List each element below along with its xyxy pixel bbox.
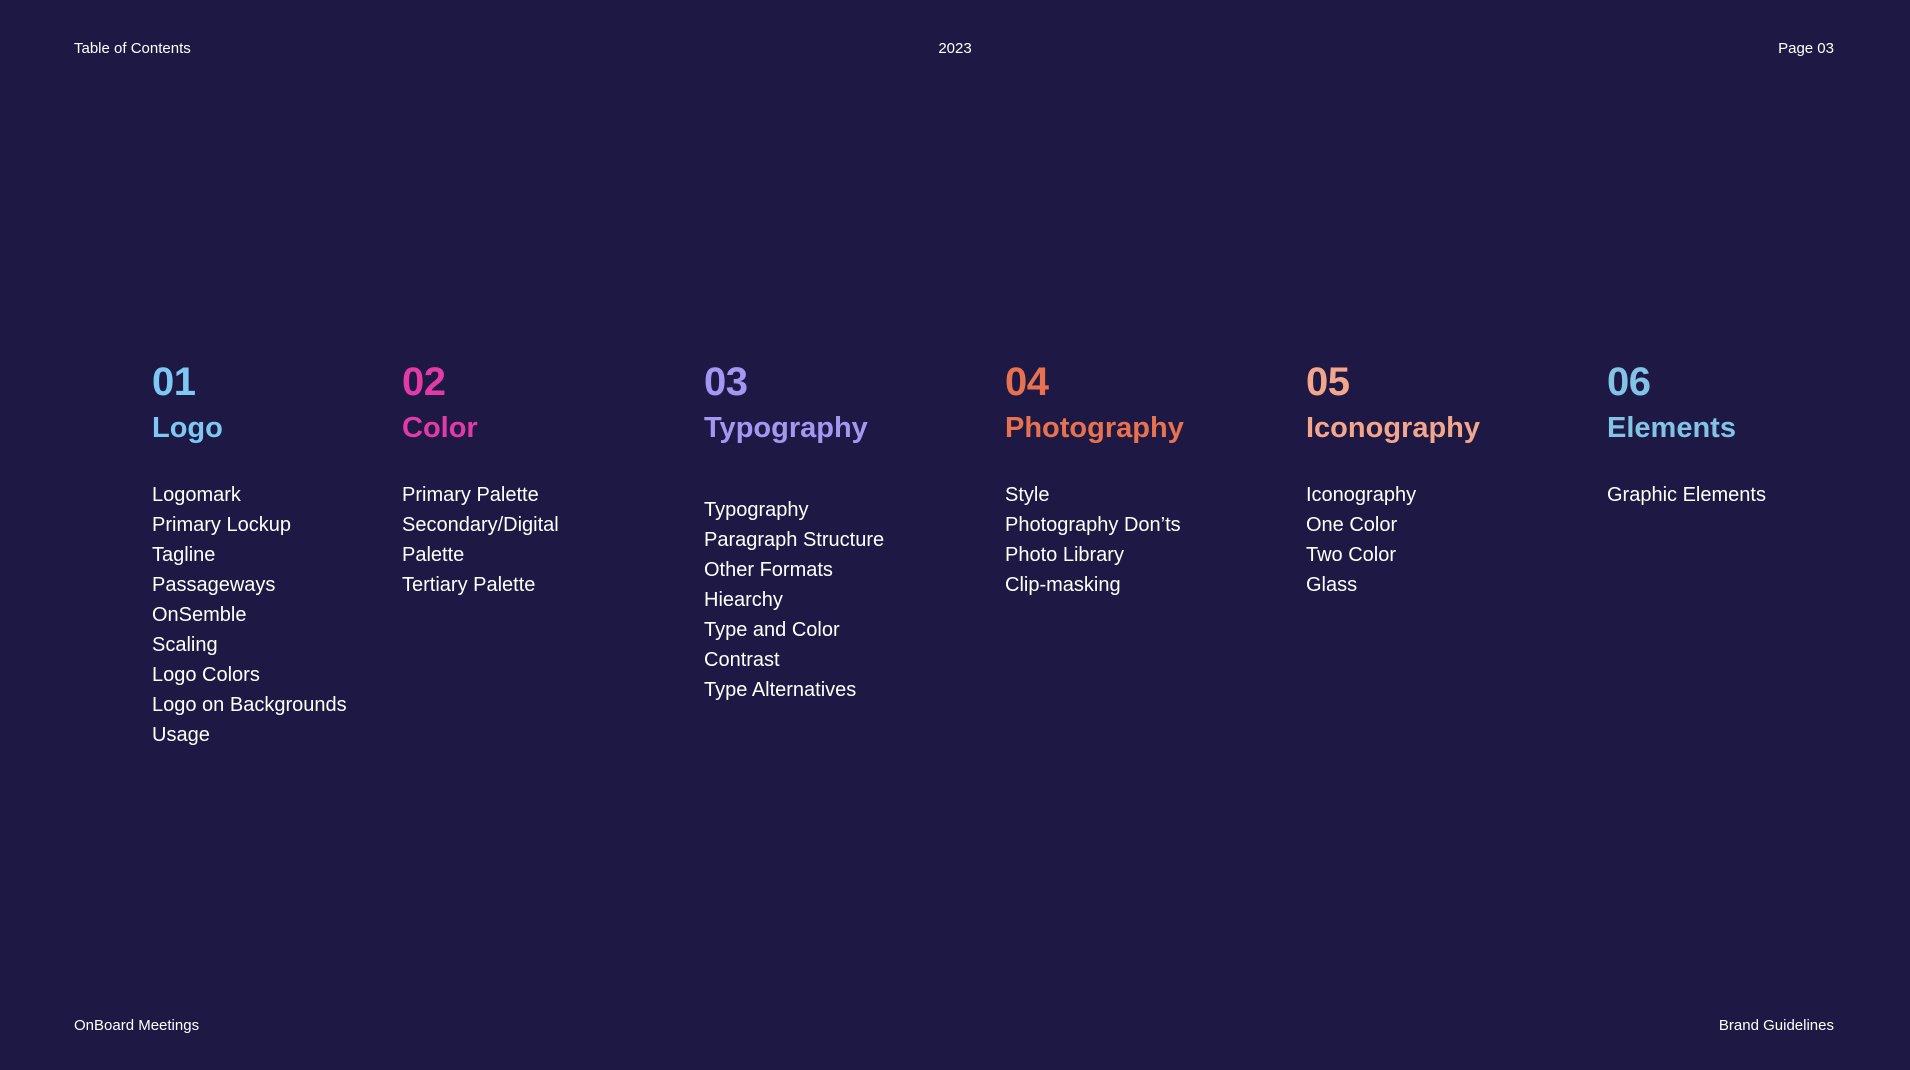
toc-item[interactable]: Primary Lockup xyxy=(152,510,347,540)
section-number: 04 xyxy=(1005,360,1049,404)
toc-item[interactable]: One Color xyxy=(1306,510,1480,540)
toc-item[interactable]: Tertiary Palette xyxy=(402,570,559,600)
toc-item[interactable]: Passageways xyxy=(152,570,347,600)
section-title[interactable]: Photography xyxy=(1005,410,1184,446)
toc-section-elements: 06 Elements Graphic Elements xyxy=(1607,358,1766,510)
toc-item[interactable]: Photo Library xyxy=(1005,540,1184,570)
toc-item[interactable]: Glass xyxy=(1306,570,1480,600)
toc-item[interactable]: Logo on Backgrounds xyxy=(152,690,347,720)
section-number: 01 xyxy=(152,360,196,404)
section-number: 05 xyxy=(1306,360,1350,404)
section-items: Logomark Primary Lockup Tagline Passagew… xyxy=(152,480,347,750)
section-number: 06 xyxy=(1607,360,1651,404)
toc-section-typography: 03 Typography Typography Paragraph Struc… xyxy=(704,358,884,705)
section-title[interactable]: Color xyxy=(402,410,559,446)
section-items: Primary Palette Secondary/Digital Palett… xyxy=(402,480,559,600)
toc-item[interactable]: Scaling xyxy=(152,630,347,660)
section-number: 03 xyxy=(704,360,748,404)
section-title[interactable]: Elements xyxy=(1607,410,1766,446)
toc-item[interactable]: Contrast xyxy=(704,645,884,675)
section-number: 02 xyxy=(402,360,446,404)
toc-item[interactable]: Photography Don’ts xyxy=(1005,510,1184,540)
toc-item[interactable]: Palette xyxy=(402,540,559,570)
toc-item[interactable]: Usage xyxy=(152,720,347,750)
toc-item[interactable]: Clip-masking xyxy=(1005,570,1184,600)
header-year: 2023 xyxy=(938,40,972,57)
toc-section-photography: 04 Photography Style Photography Don’ts … xyxy=(1005,358,1184,600)
toc-item[interactable]: Typography xyxy=(704,495,884,525)
toc-item[interactable]: Type and Color xyxy=(704,615,884,645)
toc-item[interactable]: Graphic Elements xyxy=(1607,480,1766,510)
toc-item[interactable]: Other Formats xyxy=(704,555,884,585)
toc-section-iconography: 05 Iconography Iconography One Color Two… xyxy=(1306,358,1480,600)
toc-item[interactable]: Style xyxy=(1005,480,1184,510)
toc-item[interactable]: Tagline xyxy=(152,540,347,570)
toc-item[interactable]: Paragraph Structure xyxy=(704,525,884,555)
section-title[interactable]: Logo xyxy=(152,410,347,446)
section-items: Style Photography Don’ts Photo Library C… xyxy=(1005,480,1184,600)
footer-company-name: OnBoard Meetings xyxy=(74,1017,200,1034)
toc-item[interactable]: Two Color xyxy=(1306,540,1480,570)
toc-section-color: 02 Color Primary Palette Secondary/Digit… xyxy=(402,358,559,600)
toc-item[interactable]: Secondary/Digital xyxy=(402,510,559,540)
toc-item[interactable]: Iconography xyxy=(1306,480,1480,510)
toc-item[interactable]: Primary Palette xyxy=(402,480,559,510)
toc-item[interactable]: OnSemble xyxy=(152,600,347,630)
page-number: Page 03 xyxy=(1778,40,1834,57)
section-title[interactable]: Iconography xyxy=(1306,410,1480,446)
section-items: Iconography One Color Two Color Glass xyxy=(1306,480,1480,600)
toc-item[interactable]: Logomark xyxy=(152,480,347,510)
section-items: Typography Paragraph Structure Other For… xyxy=(704,495,884,705)
section-title[interactable]: Typography xyxy=(704,410,884,446)
footer-document-name: Brand Guidelines xyxy=(1718,1017,1834,1034)
toc-item[interactable]: Type Alternatives xyxy=(704,675,884,705)
toc-item[interactable]: Hiearchy xyxy=(704,585,884,615)
toc-item[interactable]: Logo Colors xyxy=(152,660,347,690)
section-items: Graphic Elements xyxy=(1607,480,1766,510)
toc-section-logo: 01 Logo Logomark Primary Lockup Tagline … xyxy=(152,358,347,750)
